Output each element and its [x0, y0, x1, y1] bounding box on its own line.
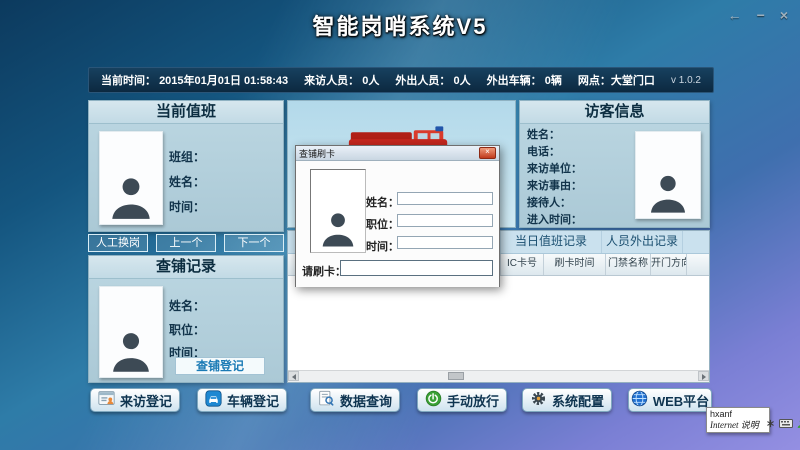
- dialog-time-field[interactable]: [397, 236, 493, 249]
- back-icon[interactable]: ←: [728, 7, 742, 23]
- page-title: 智能岗哨系统V5: [0, 9, 800, 41]
- visitor-info-title: 访客信息: [520, 101, 709, 124]
- duty-photo: [99, 131, 163, 225]
- ime-mode-text: Internet 说明: [710, 420, 766, 431]
- tab-personnel-out-records[interactable]: 人员外出记录: [602, 231, 683, 253]
- bedcheck-register-button[interactable]: 查铺登记: [175, 357, 265, 375]
- dialog-photo: [310, 169, 366, 253]
- dialog-title: 查铺刷卡: [299, 147, 335, 160]
- current-duty-panel: 当前值班 班组： 姓名： 时间：: [88, 100, 284, 232]
- next-button[interactable]: 下一个: [224, 234, 284, 252]
- toolbar-button-label: WEB平台: [653, 391, 709, 410]
- column-header-ic-card[interactable]: IC卡号: [501, 254, 544, 275]
- ime-input-text: hxanf: [710, 409, 766, 420]
- toolbar-button-label: 手动放行: [447, 391, 499, 410]
- manual-shift-button[interactable]: 人工换岗: [88, 234, 148, 252]
- bedcheck-swipe-dialog: 查铺刷卡 × 姓名： 职位： 时间： 请刷卡：: [295, 145, 500, 287]
- bedcheck-body: 姓名： 职位： 时间： 查铺登记: [89, 279, 283, 383]
- visitor-register-icon: [98, 390, 115, 410]
- shift-button-row: 人工换岗 上一个 下一个: [88, 234, 284, 252]
- ime-star-icon[interactable]: [766, 415, 775, 433]
- person-icon: [648, 169, 688, 218]
- close-icon[interactable]: ×: [780, 7, 788, 23]
- scrollbar-thumb[interactable]: [448, 372, 464, 380]
- column-header-door-direction[interactable]: 开门方向: [651, 254, 687, 275]
- toolbar-button-label: 车辆登记: [227, 391, 279, 410]
- status-site: 网点：大堂门口: [578, 72, 655, 88]
- person-icon: [109, 171, 153, 224]
- manual-release-button[interactable]: 手动放行: [417, 388, 507, 412]
- duty-field-label: 班组：: [169, 148, 205, 165]
- dialog-position-field[interactable]: [397, 214, 493, 227]
- duty-field-label: 姓名：: [169, 173, 205, 190]
- horizontal-scrollbar[interactable]: [288, 370, 709, 382]
- prev-button[interactable]: 上一个: [156, 234, 216, 252]
- status-bar: 当前时间： 2015年01月01日 01:58:43 来访人员： 0人 外出人员…: [88, 67, 714, 93]
- person-icon: [320, 207, 356, 252]
- visitor-field-label: 姓名：: [527, 127, 582, 144]
- status-current-time: 当前时间： 2015年01月01日 01:58:43: [101, 72, 288, 88]
- dialog-titlebar[interactable]: 查铺刷卡 ×: [296, 146, 499, 161]
- version-label: v 1.0.2: [671, 75, 701, 86]
- web-platform-button[interactable]: WEB平台: [628, 388, 712, 412]
- current-duty-body: 班组： 姓名： 时间：: [89, 124, 283, 232]
- dialog-position-label: 职位：: [366, 216, 394, 232]
- vehicle-register-icon: [205, 390, 222, 410]
- ime-toolbar: [766, 415, 800, 433]
- visitor-register-button[interactable]: 来访登记: [90, 388, 180, 412]
- dialog-name-field[interactable]: [397, 192, 493, 205]
- dialog-time-label: 时间：: [366, 238, 394, 254]
- data-query-icon: [318, 390, 335, 410]
- column-header-blank: [687, 254, 709, 275]
- minimize-icon[interactable]: −: [757, 7, 765, 23]
- vehicle-register-button[interactable]: 车辆登记: [197, 388, 287, 412]
- dialog-close-icon[interactable]: ×: [479, 147, 496, 159]
- bedcheck-title: 查铺记录: [89, 256, 283, 279]
- visitor-photo: [635, 131, 701, 219]
- records-table-body: [288, 276, 709, 370]
- visitor-field-label: 进入时间：: [527, 212, 582, 229]
- ime-tooltip: hxanf Internet 说明: [706, 407, 770, 433]
- window-controls: ← − ×: [728, 7, 788, 23]
- visitor-field-label: 来访单位：: [527, 161, 582, 178]
- visitor-field-label: 电话：: [527, 144, 582, 161]
- keyboard-icon[interactable]: [779, 415, 793, 433]
- visitor-fields: 姓名： 电话： 来访单位： 来访事由： 接待人： 进入时间：: [527, 127, 582, 229]
- visitor-field-label: 接待人：: [527, 195, 582, 212]
- manual-release-icon: [425, 390, 442, 410]
- data-query-button[interactable]: 数据查询: [310, 388, 400, 412]
- visitor-info-panel: 访客信息 姓名： 电话： 来访单位： 来访事由： 接待人： 进入时间：: [519, 100, 710, 228]
- status-out-vehicles: 外出车辆： 0辆: [487, 72, 562, 88]
- tab-daily-duty-records[interactable]: 当日值班记录: [501, 231, 602, 253]
- dialog-body: 姓名： 职位： 时间： 请刷卡：: [296, 161, 499, 287]
- duty-field-label: 时间：: [169, 198, 205, 215]
- toolbar-button-label: 来访登记: [120, 391, 172, 410]
- column-header-swipe-time[interactable]: 刷卡时间: [544, 254, 606, 275]
- system-config-button[interactable]: 系统配置: [522, 388, 612, 412]
- system-config-icon: [530, 390, 547, 410]
- bedcheck-field-label: 职位：: [169, 321, 205, 338]
- dialog-name-label: 姓名：: [366, 194, 394, 210]
- status-visitors: 来访人员： 0人: [304, 72, 379, 88]
- current-duty-title: 当前值班: [89, 101, 283, 124]
- dialog-swipe-field[interactable]: [340, 260, 493, 276]
- status-out-people: 外出人员： 0人: [395, 72, 470, 88]
- bedcheck-panel: 查铺记录 姓名： 职位： 时间： 查铺登记: [88, 255, 284, 383]
- bedcheck-field-label: 姓名：: [169, 297, 205, 314]
- scroll-right-icon[interactable]: [698, 371, 709, 381]
- web-platform-icon: [631, 390, 648, 410]
- column-header-door-name[interactable]: 门禁名称: [606, 254, 651, 275]
- scroll-left-icon[interactable]: [288, 371, 299, 381]
- visitor-field-label: 来访事由：: [527, 178, 582, 195]
- person-icon: [110, 326, 152, 377]
- bedcheck-photo: [99, 286, 163, 378]
- toolbar-button-label: 数据查询: [340, 391, 392, 410]
- toolbar-button-label: 系统配置: [552, 391, 604, 410]
